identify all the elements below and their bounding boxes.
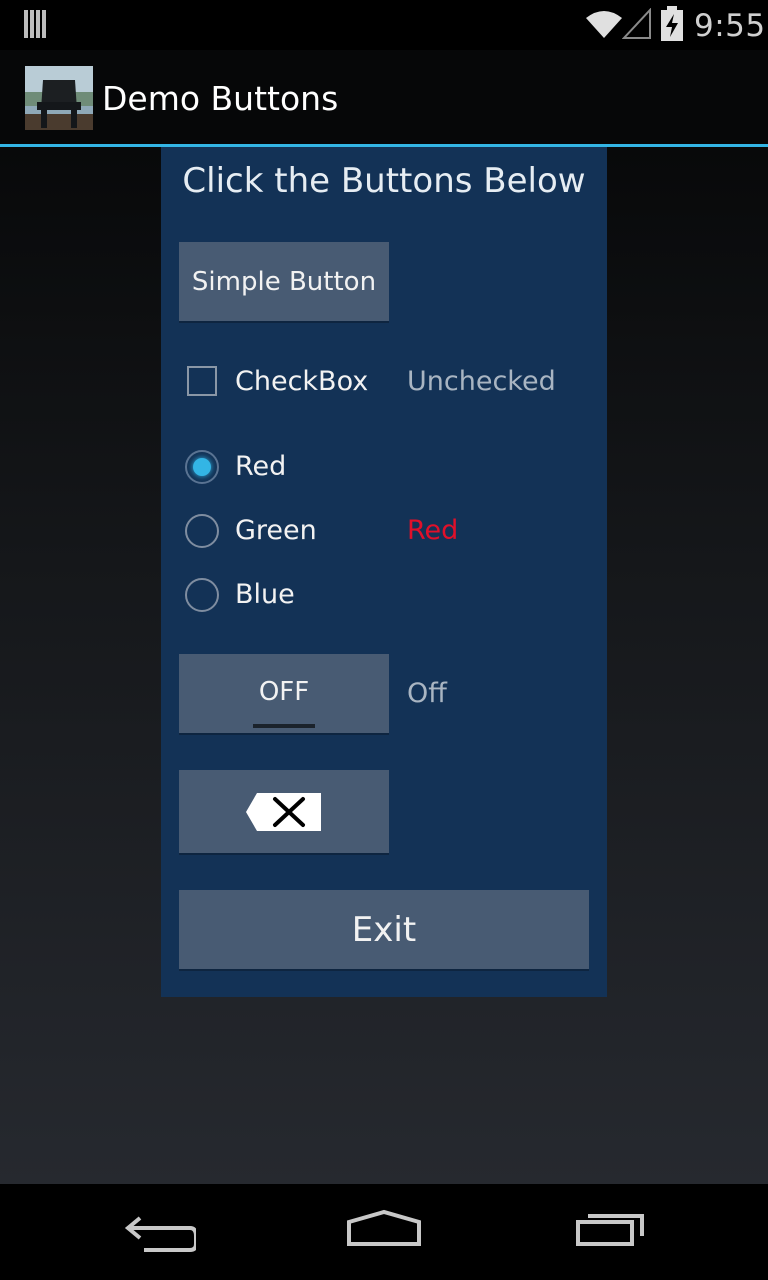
- chair-photo-icon[interactable]: [25, 66, 93, 130]
- toggle-button[interactable]: OFF: [179, 654, 389, 733]
- radio-green[interactable]: [185, 514, 219, 548]
- delete-backspace-icon: [246, 792, 321, 831]
- radio-red[interactable]: [185, 450, 219, 484]
- content-area: Click the Buttons Below Simple Button Ch…: [0, 147, 768, 1184]
- app-title: Demo Buttons: [102, 79, 339, 118]
- status-bar: 9:55: [0, 0, 768, 50]
- checkbox[interactable]: [187, 366, 217, 396]
- radio-label-red[interactable]: Red: [235, 450, 286, 484]
- action-bar: Demo Buttons: [0, 50, 768, 147]
- signal-icon: [622, 8, 651, 39]
- toggle-button-label: OFF: [258, 676, 310, 707]
- wifi-icon: [586, 11, 622, 38]
- radio-selected-dot: [193, 458, 211, 476]
- radio-label-blue[interactable]: Blue: [235, 578, 295, 612]
- notification-icon: [24, 10, 46, 38]
- exit-button[interactable]: Exit: [179, 890, 589, 969]
- image-button[interactable]: [179, 770, 389, 853]
- checkbox-status-text: Unchecked: [407, 366, 556, 397]
- radio-blue[interactable]: [185, 578, 219, 612]
- panel-title: Click the Buttons Below: [182, 161, 586, 201]
- radio-status-text: Red: [407, 515, 459, 546]
- radio-label-green[interactable]: Green: [235, 514, 317, 548]
- battery-charging-icon: [661, 6, 683, 41]
- checkbox-label[interactable]: CheckBox: [235, 365, 368, 399]
- back-icon[interactable]: [124, 1212, 196, 1252]
- navigation-bar: [0, 1184, 768, 1280]
- home-icon[interactable]: [345, 1208, 423, 1248]
- button-panel: Click the Buttons Below Simple Button Ch…: [161, 147, 607, 997]
- status-clock: 9:55: [694, 8, 766, 44]
- toggle-indicator: [253, 724, 315, 728]
- toggle-status-text: Off: [407, 678, 447, 709]
- recent-apps-icon[interactable]: [574, 1208, 648, 1248]
- simple-button[interactable]: Simple Button: [179, 242, 389, 321]
